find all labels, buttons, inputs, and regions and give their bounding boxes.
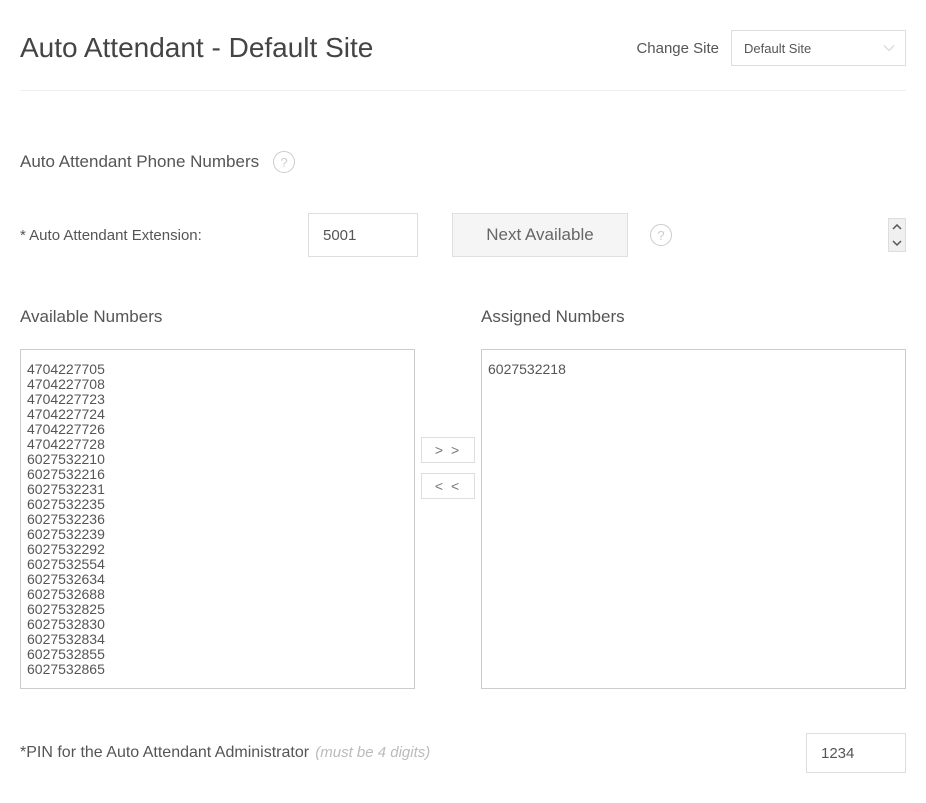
assigned-numbers-listbox[interactable]: 6027532218 [481,349,906,689]
list-item[interactable]: 6027532236 [27,512,410,527]
list-item[interactable]: 6027532688 [27,587,410,602]
list-item[interactable]: 6027532216 [27,467,410,482]
list-item[interactable]: 4704227723 [27,392,410,407]
extension-label: * Auto Attendant Extension: [20,227,308,244]
move-right-button[interactable]: > > [421,437,475,463]
pin-hint: (must be 4 digits) [311,744,430,761]
pin-label-group: *PIN for the Auto Attendant Administrato… [20,744,430,762]
list-item[interactable]: 6027532292 [27,542,410,557]
site-select[interactable]: Default Site [731,30,906,66]
list-item[interactable]: 6027532634 [27,572,410,587]
pin-input[interactable] [806,733,906,773]
list-item[interactable]: 6027532210 [27,452,410,467]
assigned-numbers-label: Assigned Numbers [481,307,906,327]
list-item[interactable]: 4704227708 [27,377,410,392]
extension-stepper[interactable] [888,218,906,252]
page-title: Auto Attendant - Default Site [20,32,373,64]
list-item[interactable]: 6027532855 [27,647,410,662]
list-item[interactable]: 6027532235 [27,497,410,512]
chevron-down-icon [883,41,895,56]
site-select-value: Default Site [744,41,811,56]
move-left-button[interactable]: < < [421,473,475,499]
list-item[interactable]: 6027532865 [27,662,410,677]
list-item[interactable]: 6027532239 [27,527,410,542]
list-item[interactable]: 4704227728 [27,437,410,452]
list-item[interactable]: 6027532554 [27,557,410,572]
extension-input[interactable] [308,213,418,257]
list-item[interactable]: 4704227724 [27,407,410,422]
change-site-label: Change Site [636,40,719,57]
phone-numbers-section-label: Auto Attendant Phone Numbers [20,152,259,172]
list-item[interactable]: 6027532218 [488,362,901,377]
chevron-up-icon[interactable] [889,219,905,235]
available-numbers-listbox[interactable]: 4704227705470422770847042277234704227724… [20,349,415,689]
list-item[interactable]: 4704227705 [27,362,410,377]
next-available-button[interactable]: Next Available [452,213,628,257]
help-icon[interactable]: ? [650,224,672,246]
list-item[interactable]: 6027532825 [27,602,410,617]
change-site-group: Change Site Default Site [636,30,906,66]
list-item[interactable]: 6027532834 [27,632,410,647]
available-numbers-label: Available Numbers [20,307,415,327]
help-icon[interactable]: ? [273,151,295,173]
list-item[interactable]: 6027532231 [27,482,410,497]
list-item[interactable]: 6027532830 [27,617,410,632]
pin-label: *PIN for the Auto Attendant Administrato… [20,744,309,761]
list-item[interactable]: 4704227726 [27,422,410,437]
chevron-down-icon[interactable] [889,235,905,251]
